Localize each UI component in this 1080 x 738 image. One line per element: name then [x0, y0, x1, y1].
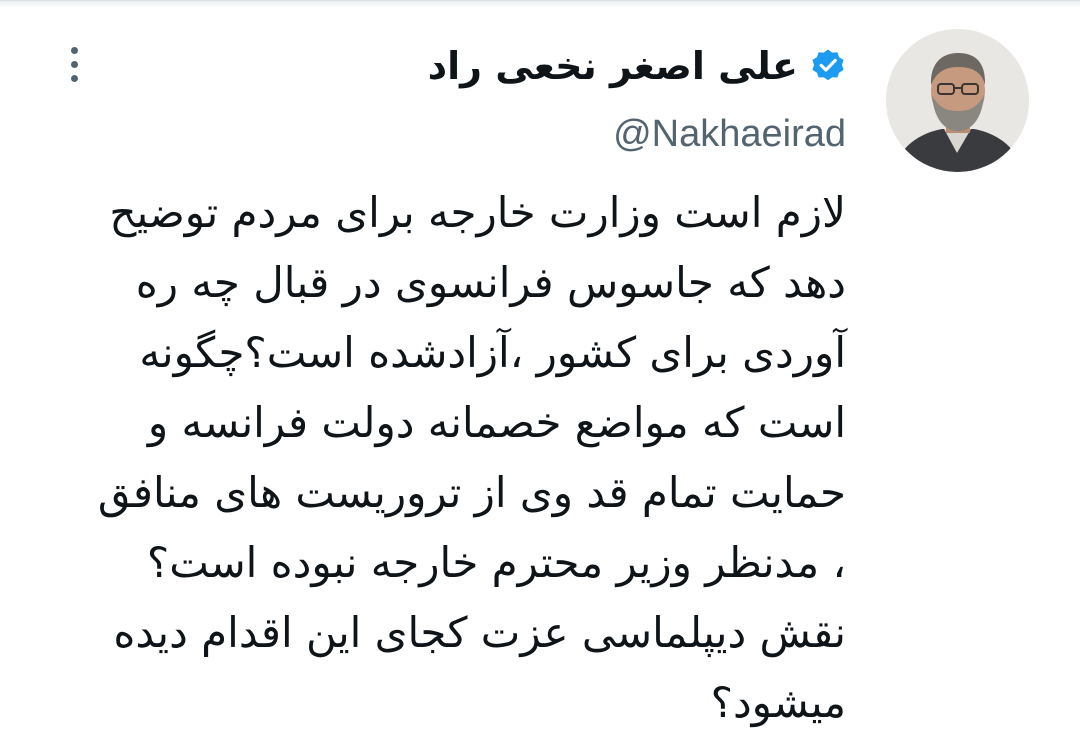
verified-checkmark-icon: [812, 49, 844, 81]
author-name-row: علی اصغر نخعی راد: [428, 38, 846, 94]
more-options-button[interactable]: [58, 42, 90, 86]
tweet-text: لازم است وزارت خارجه برای مردم توضیح دهد…: [56, 178, 846, 738]
tweet-text-line: ، مدنظر وزیر محترم خارجه نبوده است؟: [146, 538, 846, 587]
more-vertical-icon: [70, 46, 78, 54]
avatar-photo-icon: [886, 29, 1029, 172]
tweet-text-line: میشود؟: [710, 678, 846, 727]
author-display-name[interactable]: علی اصغر نخعی راد: [428, 38, 798, 94]
tweet-text-line: لازم است وزارت خارجه برای مردم توضیح: [109, 188, 846, 237]
more-vertical-icon-dot: [70, 74, 78, 82]
tweet-text-line: نقش دیپلماسی عزت کجای این اقدام دیده: [113, 608, 846, 657]
more-vertical-icon-dot: [70, 60, 78, 68]
author-handle[interactable]: @Nakhaeirad: [613, 108, 846, 160]
tweet-text-line: دهد که جاسوس فرانسوی در قبال چه ره: [135, 258, 846, 307]
tweet-text-line: است که مواضع خصمانه دولت فرانسه و: [147, 398, 846, 447]
tweet-text-line: حمایت تمام قد وی از تروریست های منافق: [97, 468, 846, 517]
tweet-text-line: آوردی برای کشور ،آزادشده است؟چگونه: [139, 328, 846, 377]
top-edge-shadow: [0, 0, 1080, 8]
top-divider: [0, 0, 1080, 1]
avatar[interactable]: [886, 29, 1029, 172]
